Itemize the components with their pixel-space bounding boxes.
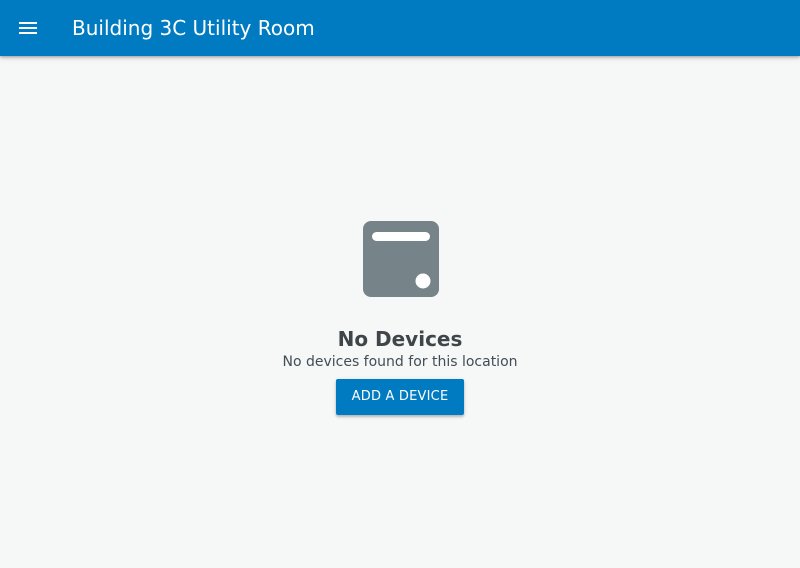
empty-state-subtitle: No devices found for this location bbox=[282, 354, 518, 370]
add-device-button[interactable]: ADD A DEVICE bbox=[336, 379, 464, 415]
menu-button[interactable] bbox=[0, 0, 56, 56]
device-icon bbox=[363, 221, 439, 297]
empty-state-title: No Devices bbox=[337, 327, 463, 351]
empty-state: No Devices No devices found for this loc… bbox=[0, 56, 800, 568]
app-root: Building 3C Utility Room No Devices No d… bbox=[0, 0, 800, 568]
page-title: Building 3C Utility Room bbox=[72, 16, 315, 40]
app-bar: Building 3C Utility Room bbox=[0, 0, 800, 56]
menu-icon bbox=[19, 22, 37, 34]
